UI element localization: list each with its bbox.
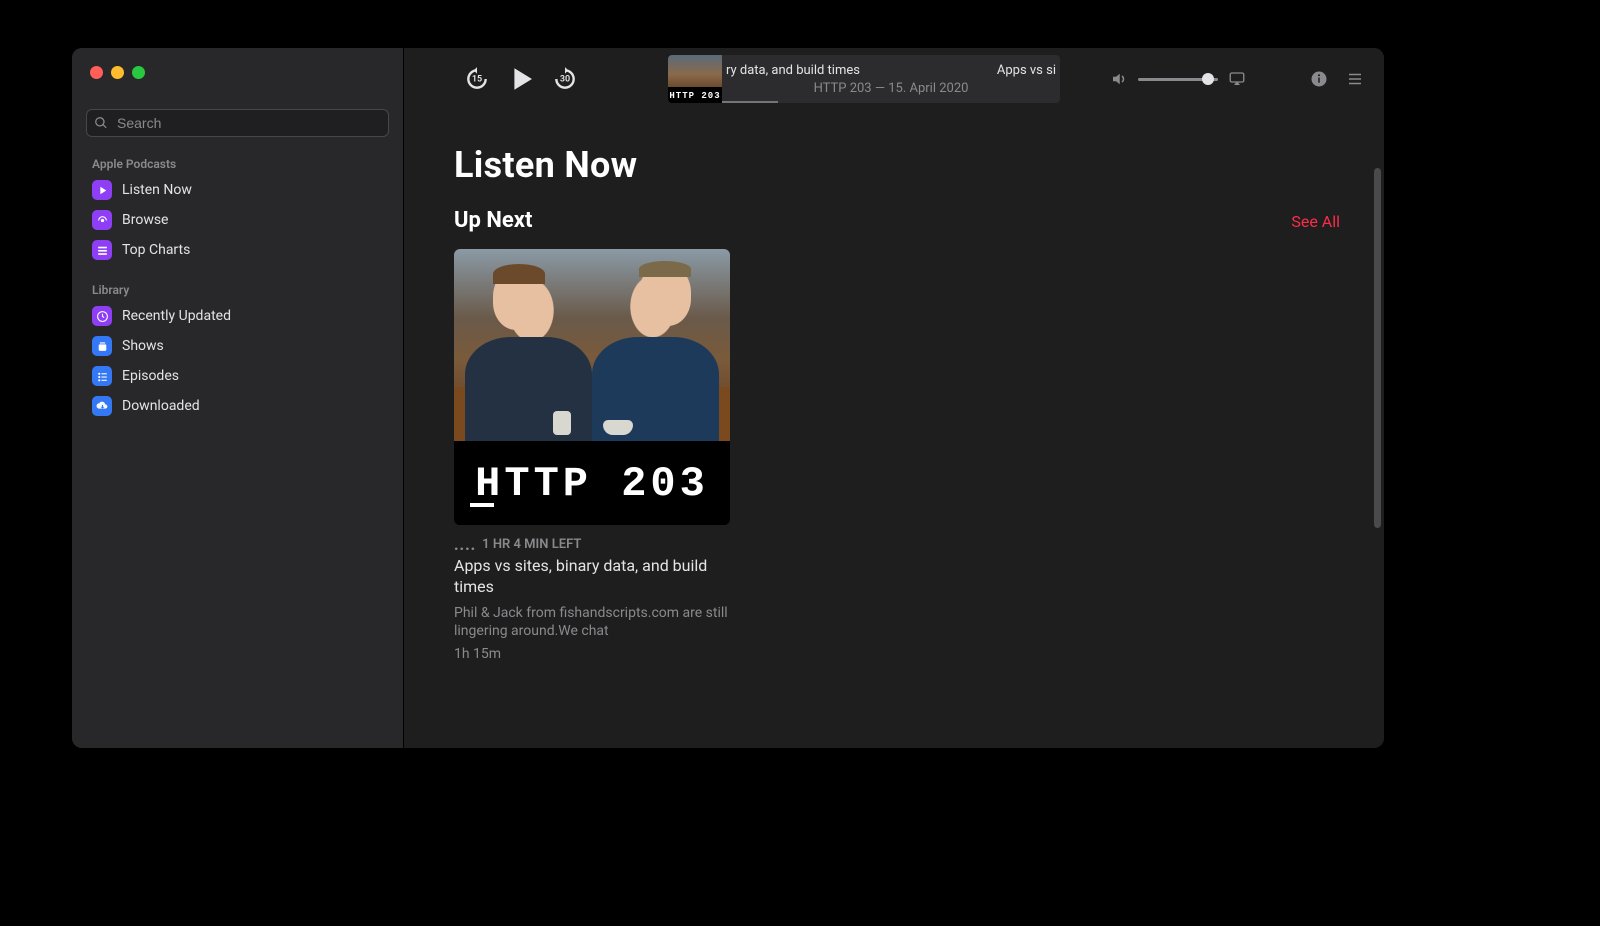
app-window: Apple Podcasts Listen Now Browse Top Cha… — [72, 48, 1384, 748]
sidebar-item-label: Browse — [122, 212, 168, 228]
zoom-window-button[interactable] — [132, 66, 145, 79]
episode-meta: .... 1 HR 4 MIN LEFT — [454, 537, 730, 552]
main-area: 15 30 HTTP 203 ry data, and build tim — [404, 48, 1384, 748]
sidebar-item-episodes[interactable]: Episodes — [86, 361, 389, 391]
sidebar-item-recently-updated[interactable]: Recently Updated — [86, 301, 389, 331]
play-button[interactable] — [508, 66, 534, 92]
episode-card[interactable]: HTTP 203 .... 1 HR 4 MIN LEFT Apps vs si… — [454, 249, 730, 662]
search-input[interactable] — [86, 109, 389, 137]
episode-title: Apps vs sites, binary data, and build ti… — [454, 556, 730, 598]
episode-length: 1h 15m — [454, 646, 730, 662]
volume-icon — [1110, 70, 1128, 88]
playback-controls: 15 30 — [464, 66, 578, 92]
episode-description: Phil & Jack from fishandscripts.com are … — [454, 604, 730, 640]
now-playing-artwork: HTTP 203 — [668, 55, 722, 103]
section-label-library: Library — [86, 277, 389, 301]
now-playing-title-left: ry data, and build times — [726, 63, 860, 78]
window-controls — [86, 66, 389, 79]
episode-artwork: HTTP 203 — [454, 249, 730, 525]
sidebar-item-shows[interactable]: Shows — [86, 331, 389, 361]
minimize-window-button[interactable] — [111, 66, 124, 79]
list-bullet-icon — [92, 366, 112, 386]
volume-slider[interactable] — [1138, 78, 1218, 81]
section-label-apple-podcasts: Apple Podcasts — [86, 151, 389, 175]
sidebar-item-label: Shows — [122, 338, 164, 354]
artwork-label: HTTP 203 — [454, 443, 730, 525]
sidebar-item-label: Recently Updated — [122, 308, 231, 324]
sidebar-item-listen-now[interactable]: Listen Now — [86, 175, 389, 205]
progress-dots-icon: .... — [454, 540, 476, 550]
sidebar-item-label: Downloaded — [122, 398, 200, 414]
scrollbar-thumb[interactable] — [1374, 168, 1381, 528]
clock-icon — [92, 306, 112, 326]
airplay-icon[interactable] — [1228, 70, 1246, 88]
list-icon — [92, 240, 112, 260]
now-playing-art-label: HTTP 203 — [668, 91, 722, 101]
search-icon — [94, 116, 108, 130]
sidebar-item-label: Top Charts — [122, 242, 190, 258]
see-all-link[interactable]: See All — [1291, 212, 1340, 231]
toolbar-right-controls — [1310, 70, 1364, 88]
now-playing-text: ry data, and build times Apps vs si HTTP… — [722, 55, 1060, 103]
page-title: Listen Now — [454, 144, 1340, 186]
sidebar: Apple Podcasts Listen Now Browse Top Cha… — [72, 48, 404, 748]
up-next-heading: Up Next — [454, 208, 532, 233]
now-playing-title-right: Apps vs si — [997, 63, 1056, 78]
now-playing-panel[interactable]: HTTP 203 ry data, and build times Apps v… — [668, 55, 1060, 103]
queue-icon[interactable] — [1346, 70, 1364, 88]
sidebar-item-downloaded[interactable]: Downloaded — [86, 391, 389, 421]
skip-forward-button[interactable]: 30 — [552, 66, 578, 92]
toolbar: 15 30 HTTP 203 ry data, and build tim — [404, 48, 1384, 110]
search-field-wrapper — [86, 109, 389, 137]
volume-controls — [1110, 70, 1246, 88]
time-remaining: 1 HR 4 MIN LEFT — [482, 537, 581, 552]
now-playing-progress[interactable] — [722, 101, 778, 103]
stack-icon — [92, 336, 112, 356]
sidebar-item-top-charts[interactable]: Top Charts — [86, 235, 389, 265]
skip-back-seconds: 15 — [472, 75, 482, 85]
now-playing-subtitle: HTTP 203 — 15. April 2020 — [814, 81, 969, 96]
info-icon[interactable] — [1310, 70, 1328, 88]
sidebar-item-label: Episodes — [122, 368, 179, 384]
download-cloud-icon — [92, 396, 112, 416]
play-square-icon — [92, 180, 112, 200]
sidebar-item-browse[interactable]: Browse — [86, 205, 389, 235]
skip-forward-seconds: 30 — [560, 75, 570, 85]
content-area: Listen Now Up Next See All — [404, 110, 1384, 748]
antenna-icon — [92, 210, 112, 230]
close-window-button[interactable] — [90, 66, 103, 79]
section-header-up-next: Up Next See All — [454, 208, 1340, 233]
sidebar-item-label: Listen Now — [122, 182, 192, 198]
skip-back-button[interactable]: 15 — [464, 66, 490, 92]
